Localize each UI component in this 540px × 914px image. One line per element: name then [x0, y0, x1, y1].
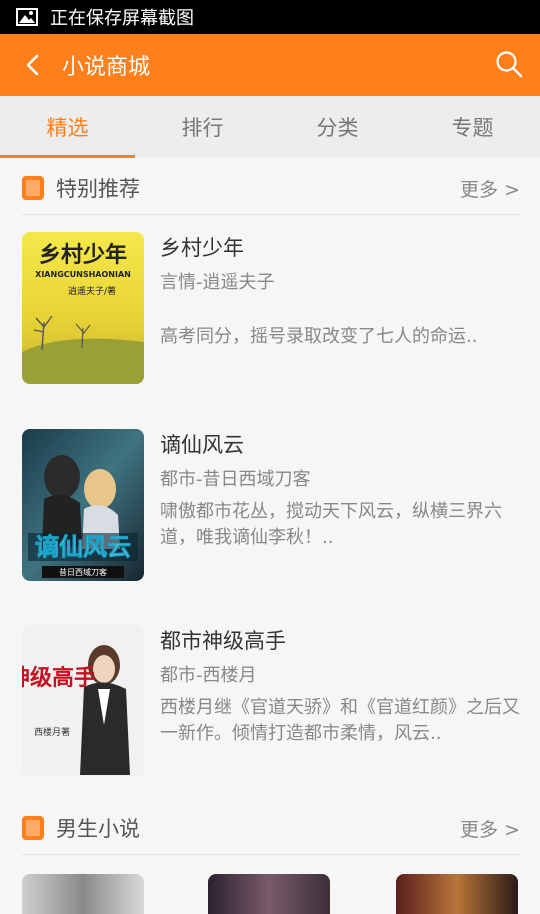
book-icon [22, 176, 44, 200]
section-header-recommend: 特别推荐 更多 > [22, 162, 520, 215]
cover-title: 神级高手 [22, 665, 96, 691]
book-icon [22, 816, 44, 840]
image-icon [16, 8, 38, 26]
book-item[interactable]: 乡村少年 XIANGCUNSHAONIAN 逍遥夫子/著 乡村少年 言情-逍遥夫… [22, 232, 520, 388]
book-item[interactable]: 谪仙风云 昔日西域刀客 谪仙风云 都市-昔日西域刀客 啸傲都市花丛，搅动天下风云… [22, 429, 520, 585]
cover-author: 逍遥夫子/著 [68, 285, 116, 297]
tab-featured[interactable]: 精选 [0, 96, 135, 158]
more-link[interactable]: 更多 > [460, 175, 520, 202]
book-description: 西楼月继《官道天骄》和《官道红颜》之后又一新作。倾情打造都市柔情，风云.. [160, 697, 520, 744]
book-item[interactable]: 神级高手 西楼月著 都市神级高手 都市-西楼月 西楼月继《官道天骄》和《官道红颜… [22, 625, 520, 781]
status-text: 正在保存屏幕截图 [50, 8, 194, 29]
book-meta: 都市-西楼月 [160, 665, 257, 686]
book-cover[interactable] [208, 874, 330, 914]
back-arrow-icon[interactable] [18, 50, 48, 80]
tab-category[interactable]: 分类 [270, 96, 405, 158]
book-title: 乡村少年 [160, 236, 244, 260]
search-icon[interactable] [494, 49, 524, 79]
book-cover[interactable] [396, 874, 518, 914]
more-link[interactable]: 更多 > [460, 815, 520, 842]
book-meta: 言情-逍遥夫子 [160, 272, 275, 293]
book-title: 谪仙风云 [160, 433, 244, 457]
book-cover[interactable]: 乡村少年 XIANGCUNSHAONIAN 逍遥夫子/著 [22, 232, 144, 384]
book-meta: 都市-昔日西域刀客 [160, 469, 311, 490]
tab-ranking[interactable]: 排行 [135, 96, 270, 158]
book-cover[interactable] [22, 874, 144, 914]
book-description: 高考同分，摇号录取改变了七人的命运.. [160, 326, 478, 347]
book-description: 啸傲都市花丛，搅动天下风云，纵横三界六道，唯我谪仙李秋！.. [160, 501, 502, 548]
cover-author: 昔日西域刀客 [59, 567, 107, 577]
book-title: 都市神级高手 [160, 629, 286, 653]
page-title: 小说商城 [62, 55, 151, 80]
section-title: 特别推荐 [56, 177, 140, 201]
tab-topic[interactable]: 专题 [405, 96, 540, 158]
section-title: 男生小说 [56, 817, 140, 841]
cover-subtitle: XIANGCUNSHAONIAN [35, 270, 131, 279]
cover-title: 谪仙风云 [35, 533, 131, 561]
cover-title: 乡村少年 [39, 242, 127, 268]
app-bar: 小说商城 [0, 34, 540, 96]
section-header-male: 男生小说 更多 > [22, 802, 520, 855]
book-cover[interactable]: 神级高手 西楼月著 [22, 625, 144, 777]
tab-bar: 精选 排行 分类 专题 [0, 96, 540, 158]
status-bar: 正在保存屏幕截图 [0, 0, 540, 34]
cover-author: 西楼月著 [34, 726, 70, 738]
book-cover[interactable]: 谪仙风云 昔日西域刀客 [22, 429, 144, 581]
